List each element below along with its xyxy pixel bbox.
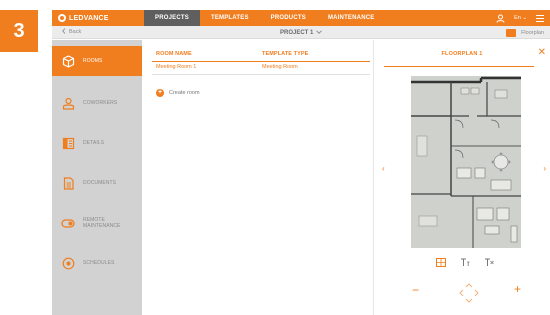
- pan-control[interactable]: [458, 282, 480, 304]
- sidebar-item-documents[interactable]: DOCUMENTS: [52, 168, 142, 198]
- rooms-panel: ROOM NAME TEMPLATE TYPE Meeting Room 1 M…: [142, 40, 374, 315]
- user-icon[interactable]: [496, 14, 505, 23]
- people-icon: [61, 96, 75, 110]
- sidebar-item-label: DETAILS: [83, 140, 105, 146]
- chevron-down-icon: [316, 29, 323, 36]
- ledvance-logo[interactable]: LEDVANCE: [52, 10, 144, 26]
- sidebar-item-remote-maintenance[interactable]: REMOTE MAINTENANCE: [52, 208, 142, 238]
- column-header-template-type[interactable]: TEMPLATE TYPE: [262, 51, 370, 61]
- floorplan-toggle[interactable]: Floorplan: [506, 26, 544, 39]
- logo-mark-icon: [58, 14, 66, 22]
- sidebar-item-coworkers[interactable]: COWORKERS: [52, 88, 142, 118]
- menu-icon[interactable]: [536, 14, 544, 22]
- sidebar-item-details[interactable]: DETAILS: [52, 128, 142, 158]
- project-selector[interactable]: PROJECT 1: [280, 26, 323, 39]
- remote-icon: [61, 216, 75, 230]
- nav-templates[interactable]: TEMPLATES: [200, 10, 260, 26]
- cube-icon: [61, 54, 75, 68]
- zoom-in-button[interactable]: +: [514, 283, 521, 295]
- screenshot-root: 3 LEDVANCE PROJECTS TEMPLATES PRODUCTS M…: [0, 0, 550, 315]
- logo-text: LEDVANCE: [69, 14, 109, 22]
- floorplan-panel: FLOORPLAN 1 ✕ ‹ › − +: [374, 40, 550, 315]
- schedule-icon: [61, 256, 75, 270]
- step-badge: 3: [0, 10, 38, 52]
- sidebar-item-label: COWORKERS: [83, 100, 118, 106]
- nav-products[interactable]: PRODUCTS: [260, 10, 317, 26]
- floorplan-title-underline: [384, 66, 534, 67]
- language-select[interactable]: En ⌄: [514, 15, 527, 21]
- create-room-label: Create room: [169, 90, 200, 96]
- plus-circle-icon: +: [156, 89, 164, 97]
- floorplan-map[interactable]: [411, 76, 521, 248]
- sidebar-item-schedules[interactable]: SCHEDULES: [52, 248, 142, 278]
- chevron-left-icon: [62, 28, 66, 36]
- top-right-controls: En ⌄: [496, 10, 550, 26]
- close-icon[interactable]: ✕: [538, 48, 546, 58]
- previous-floorplan-icon[interactable]: ‹: [382, 164, 385, 173]
- details-icon: [61, 136, 75, 150]
- next-floorplan-icon[interactable]: ›: [543, 164, 546, 173]
- top-nav: PROJECTS TEMPLATES PRODUCTS MAINTENANCE: [144, 10, 385, 26]
- zoom-out-button[interactable]: −: [412, 284, 419, 296]
- table-header: ROOM NAME TEMPLATE TYPE: [152, 51, 370, 62]
- nav-maintenance[interactable]: MAINTENANCE: [317, 10, 386, 26]
- column-header-room-name[interactable]: ROOM NAME: [152, 51, 262, 61]
- sidebar-item-label: ROOMS: [83, 58, 103, 64]
- floorplan-title: FLOORPLAN 1: [441, 51, 483, 57]
- sidebar-item-label: DOCUMENTS: [83, 180, 117, 186]
- sidebar: ROOMS COWORKERS DETAILS DOCUMENTS REMOTE…: [52, 40, 142, 315]
- floorplan-toggle-icon: [506, 28, 517, 37]
- sub-bar: Back PROJECT 1 Floorplan: [52, 26, 550, 39]
- create-room-button[interactable]: + Create room: [156, 89, 200, 97]
- back-label: Back: [69, 29, 82, 35]
- floorplan-toolbar: [436, 258, 494, 267]
- sidebar-item-label: SCHEDULES: [83, 260, 115, 266]
- nav-projects[interactable]: PROJECTS: [144, 10, 200, 26]
- top-bar: LEDVANCE PROJECTS TEMPLATES PRODUCTS MAI…: [52, 10, 550, 26]
- floorplan-view-icon[interactable]: [436, 258, 446, 267]
- app-window: LEDVANCE PROJECTS TEMPLATES PRODUCTS MAI…: [52, 10, 550, 315]
- pan-arrows-icon: [459, 283, 479, 303]
- project-title: PROJECT 1: [280, 29, 314, 36]
- template-type-cell: Meeting Room: [262, 64, 298, 70]
- table-row[interactable]: Meeting Room 1 Meeting Room: [152, 64, 370, 75]
- document-icon: [61, 176, 75, 190]
- room-name-cell: Meeting Room 1: [156, 64, 197, 70]
- label-tool-icon[interactable]: [484, 258, 494, 267]
- floorplan-drawing: [411, 76, 521, 248]
- back-link[interactable]: Back: [52, 28, 112, 36]
- sidebar-item-rooms[interactable]: ROOMS: [52, 46, 142, 76]
- text-tool-icon[interactable]: [460, 258, 470, 267]
- sidebar-item-label: REMOTE MAINTENANCE: [83, 217, 121, 229]
- floorplan-toggle-label: Floorplan: [521, 29, 544, 36]
